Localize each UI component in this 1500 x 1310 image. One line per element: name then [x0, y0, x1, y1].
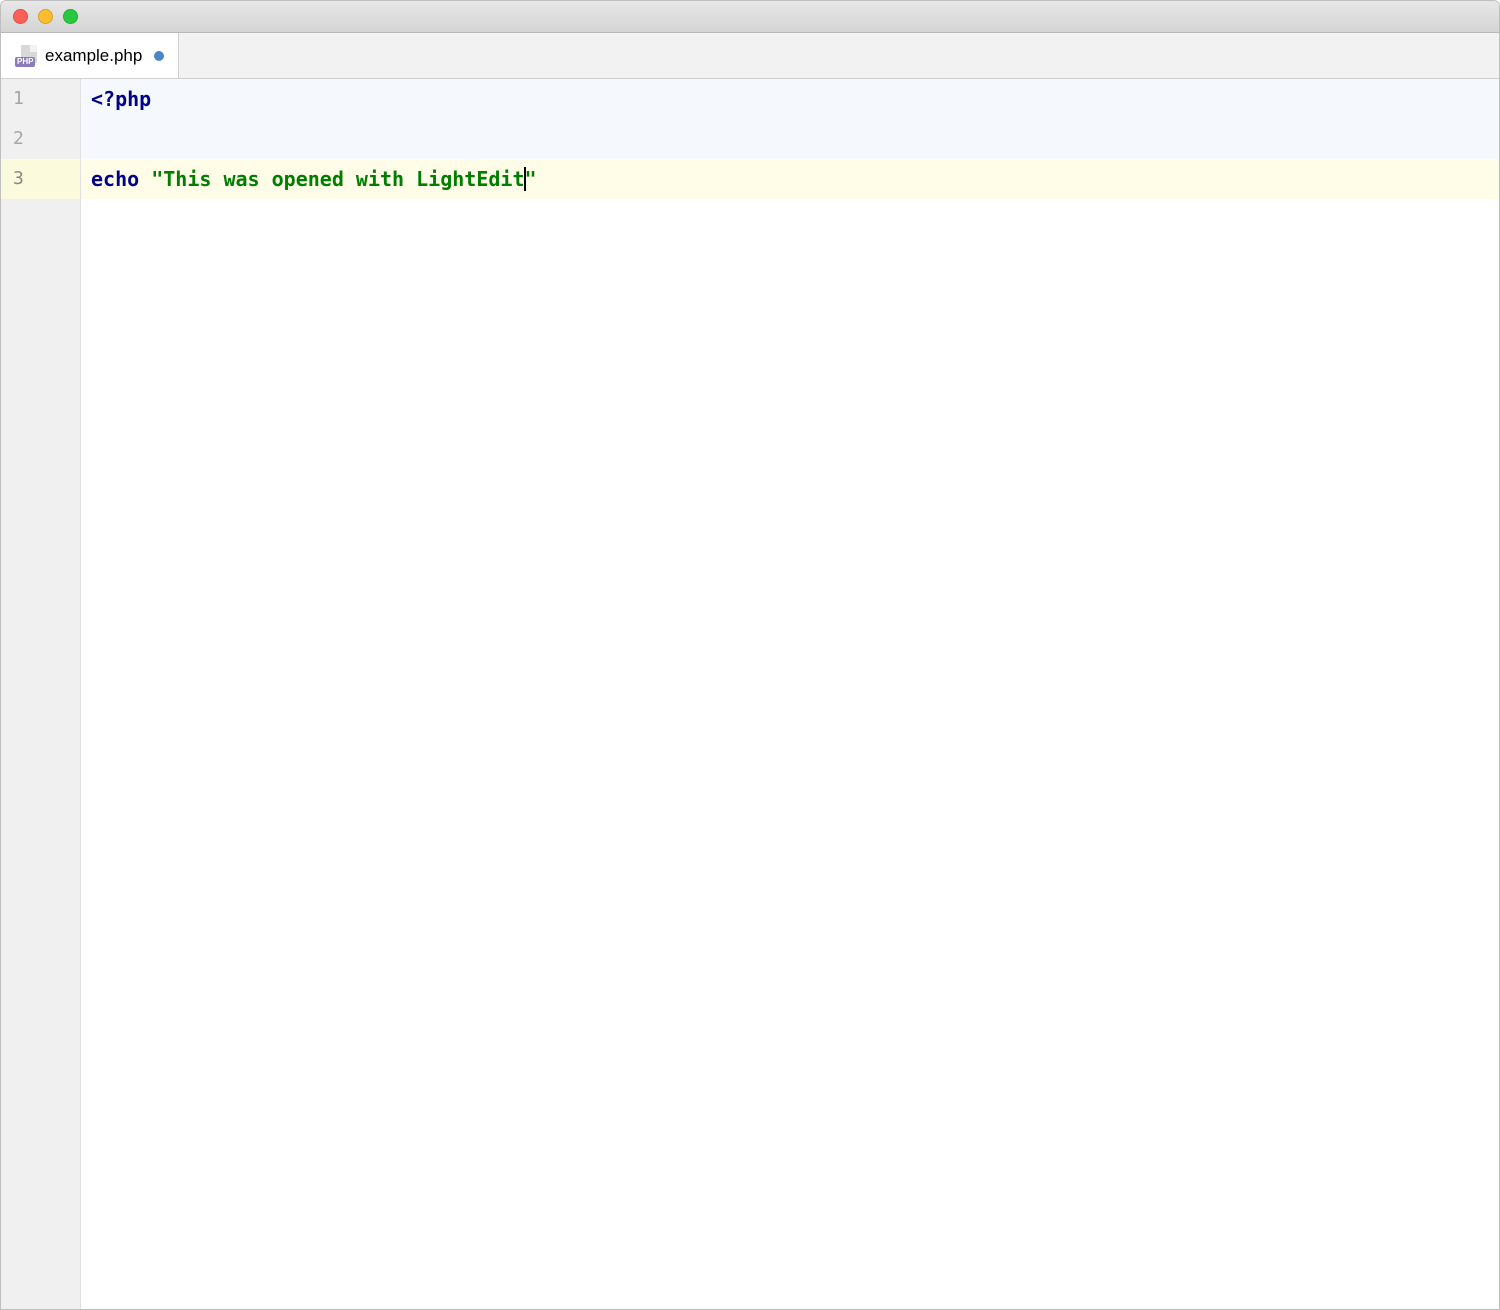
editor-window: PHP example.php 123 <?php echo "This was … — [0, 0, 1500, 1310]
code-token: " — [525, 167, 537, 191]
code-line[interactable]: echo "This was opened with LightEdit" — [81, 159, 1499, 199]
file-tab[interactable]: PHP example.php — [1, 33, 179, 78]
window-close-button[interactable] — [13, 9, 28, 24]
gutter-line-number[interactable]: 3 — [1, 159, 80, 199]
php-file-icon: PHP — [15, 45, 37, 67]
editor: 123 <?php echo "This was opened with Ligh… — [1, 79, 1499, 1309]
gutter-line-number[interactable]: 2 — [1, 119, 80, 159]
code-token: "This was opened with LightEdit — [151, 167, 524, 191]
code-token: echo — [91, 167, 151, 191]
gutter-line-number[interactable]: 1 — [1, 79, 80, 119]
tab-bar: PHP example.php — [1, 33, 1499, 79]
window-minimize-button[interactable] — [38, 9, 53, 24]
titlebar[interactable] — [1, 1, 1499, 33]
text-caret — [524, 167, 526, 191]
code-area[interactable]: <?php echo "This was opened with LightEdi… — [81, 79, 1499, 1309]
modified-indicator-icon — [154, 51, 164, 61]
tab-filename: example.php — [45, 46, 142, 66]
code-line[interactable]: <?php — [81, 79, 1499, 119]
code-token: <?php — [91, 87, 151, 111]
window-maximize-button[interactable] — [63, 9, 78, 24]
code-line[interactable] — [81, 119, 1499, 159]
line-gutter[interactable]: 123 — [1, 79, 81, 1309]
